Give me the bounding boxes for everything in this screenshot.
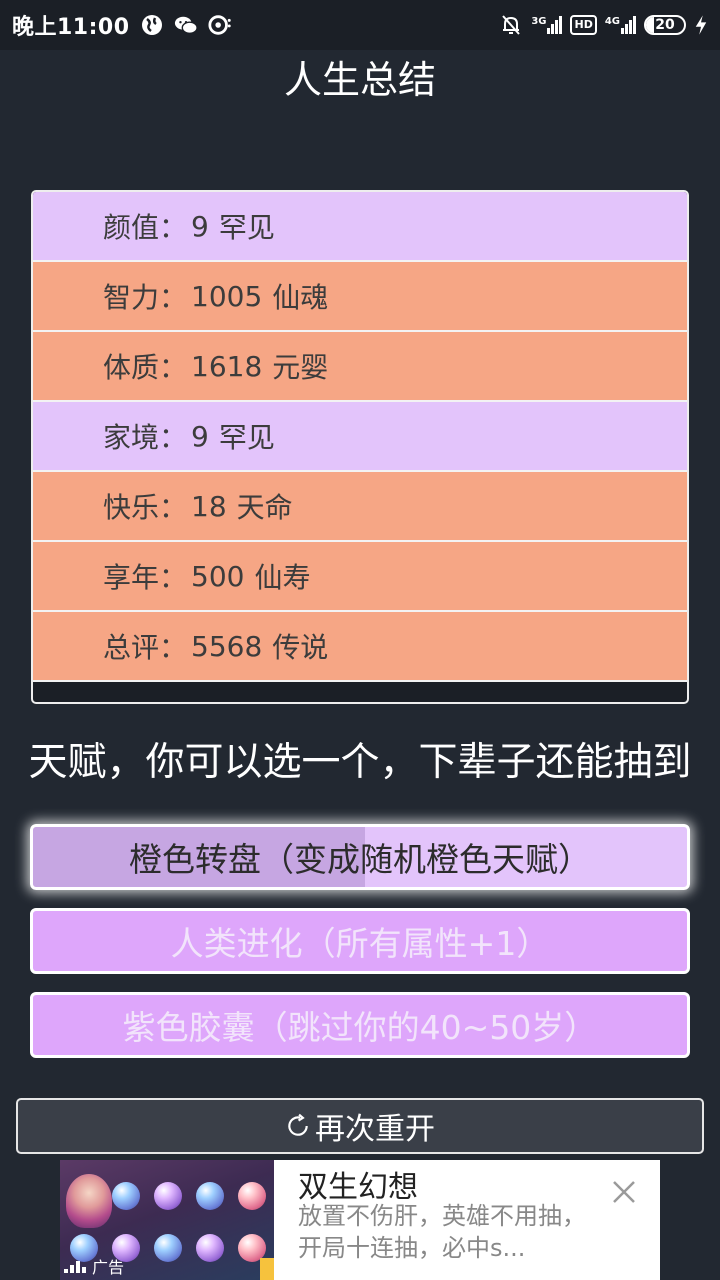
mute-bell-icon [502, 15, 521, 35]
stat-row-happiness: 快乐 18 天命 [33, 472, 687, 542]
clock: 晚上11:00 [12, 15, 130, 40]
talent-option-orange-wheel[interactable]: 橙色转盘（变成随机橙色天赋） [30, 824, 690, 890]
refresh-icon [288, 1113, 308, 1136]
globe-icon [141, 15, 162, 35]
signal-4g-icon: 4G [605, 16, 636, 34]
page-title: 人生总结 [283, 58, 436, 102]
ad-description: 放置不伤肝，英雄不用抽，开局十连抽，必中s... [298, 1202, 586, 1262]
stat-row-appearance: 颜值 9 罕见 [33, 192, 687, 262]
life-summary-panel: 颜值 9 罕见 智力 1005 仙魂 体质 1618 元婴 家境 9 罕见 快乐… [31, 190, 689, 704]
talent-option-human-evolution[interactable]: 人类进化（所有属性+1） [30, 908, 690, 974]
charging-icon [695, 15, 707, 35]
stat-row-lifespan: 享年 500 仙寿 [33, 542, 687, 612]
ad-logo [260, 1258, 274, 1280]
signal-icon: 3G [531, 16, 563, 34]
ad-image: 广告 [60, 1160, 274, 1280]
music-icon [207, 15, 231, 35]
ad-bars-icon [64, 1261, 86, 1273]
stat-row-intelligence: 智力 1005 仙魂 [33, 262, 687, 332]
wechat-icon [174, 16, 198, 34]
talent-heading: 天赋，你可以选一个，下辈子还能抽到 [28, 740, 692, 785]
hd-badge: HD [570, 15, 597, 35]
stat-row-constitution: 体质 1618 元婴 [33, 332, 687, 402]
talent-option-purple-capsule[interactable]: 紫色胶囊（跳过你的40~50岁） [30, 992, 690, 1058]
close-icon[interactable] [610, 1178, 638, 1206]
restart-button[interactable]: 再次重开 [16, 1098, 704, 1154]
stat-row-family: 家境 9 罕见 [33, 402, 687, 472]
restart-label: 再次重开 [315, 1112, 435, 1147]
ad-banner[interactable]: 广告 双生幻想 放置不伤肝，英雄不用抽，开局十连抽，必中s... [60, 1160, 660, 1280]
status-bar: 晚上11:00 3G HD 4G 20 [0, 0, 720, 50]
ad-tag: 广告 [64, 1254, 124, 1278]
battery-indicator: 20 [644, 15, 686, 35]
stat-row-overall: 总评 5568 传说 [33, 612, 687, 682]
